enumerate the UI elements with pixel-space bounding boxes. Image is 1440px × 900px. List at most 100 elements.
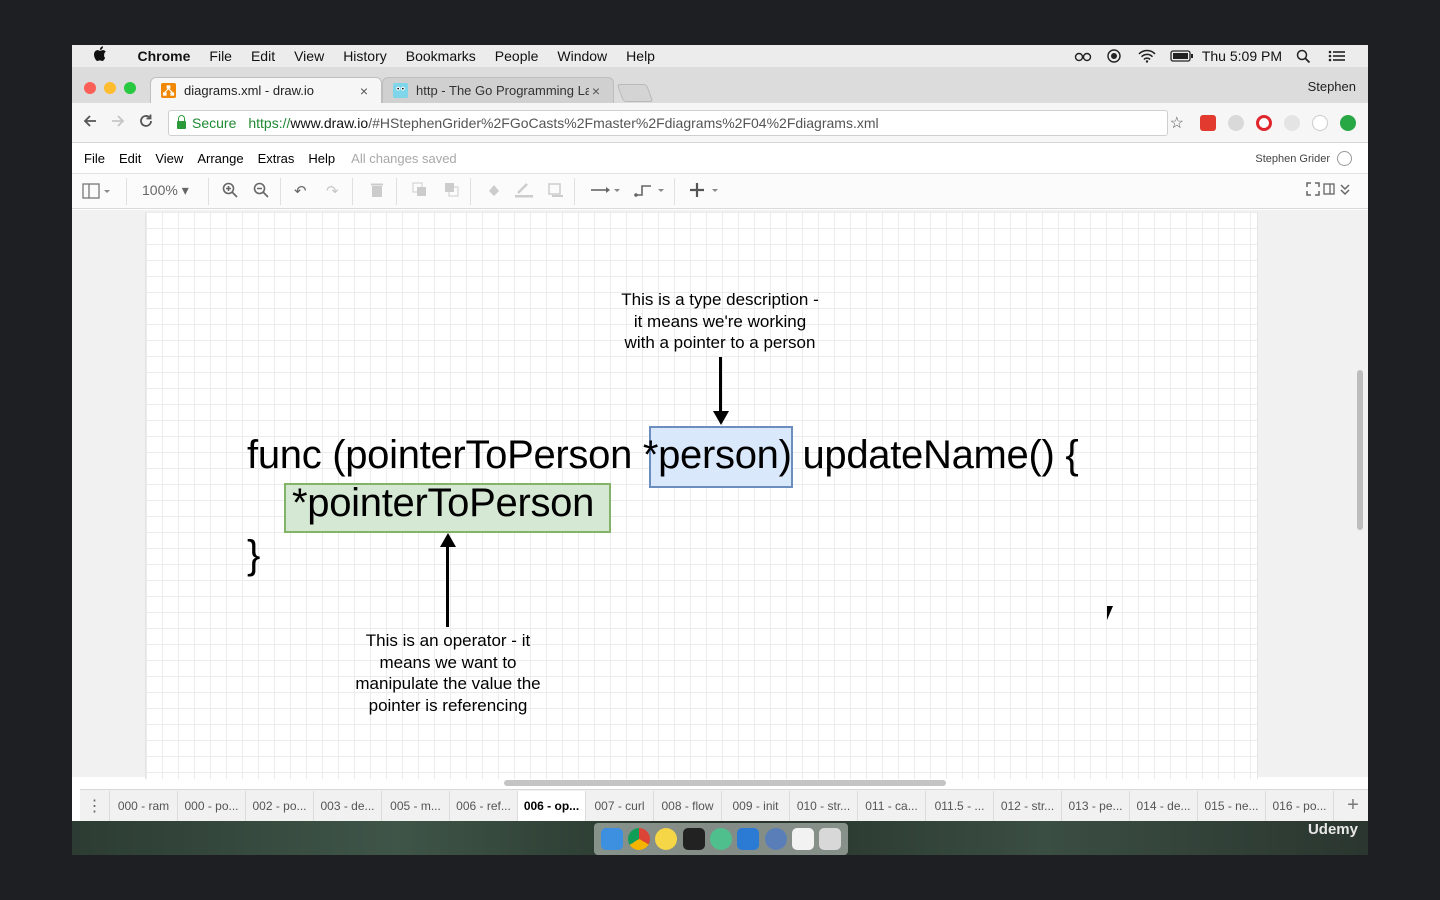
spotlight-search-icon[interactable] — [1296, 49, 1314, 64]
menu-view[interactable]: View — [285, 48, 334, 64]
type-arrow-line[interactable] — [719, 357, 722, 413]
zoom-in-icon[interactable] — [222, 182, 238, 202]
tab-drawio[interactable]: diagrams.xml - draw.io × — [150, 77, 382, 103]
page-tab[interactable]: 009 - init — [722, 790, 790, 821]
browser-app-icon[interactable] — [764, 828, 787, 850]
page-tab-active[interactable]: 006 - op... — [518, 790, 586, 821]
split-panel-icon[interactable] — [1323, 182, 1335, 200]
page-tab[interactable]: 000 - ram — [110, 790, 178, 821]
delete-icon[interactable] — [370, 182, 384, 202]
extension-opera-icon[interactable] — [1256, 115, 1272, 131]
extension-pinterest-icon[interactable] — [1312, 115, 1328, 131]
menu-window[interactable]: Window — [548, 48, 617, 64]
apple-menu-icon[interactable] — [72, 46, 128, 66]
connection-style-icon[interactable] — [590, 182, 622, 202]
page-tab[interactable]: 016 - po... — [1266, 790, 1334, 821]
page-tab[interactable]: 000 - po... — [178, 790, 246, 821]
chrome-icon[interactable] — [627, 828, 650, 850]
glasses-icon[interactable] — [1074, 49, 1092, 63]
page-tab[interactable]: 005 - m... — [382, 790, 450, 821]
fill-color-icon[interactable] — [486, 182, 502, 202]
tab-close-icon[interactable]: × — [357, 83, 371, 99]
minimize-window-button[interactable] — [104, 82, 116, 94]
tab-go-docs[interactable]: http - The Go Programming La × — [382, 77, 614, 103]
extension-update-icon[interactable] — [1340, 115, 1356, 131]
menu-people[interactable]: People — [485, 48, 548, 64]
close-window-button[interactable] — [84, 82, 96, 94]
horizontal-scrollbar[interactable] — [504, 780, 946, 786]
wifi-icon[interactable] — [1138, 49, 1156, 63]
forward-arrow-icon[interactable] — [110, 113, 126, 134]
maximize-window-button[interactable] — [124, 82, 136, 94]
code-line-signature[interactable]: func (pointerToPerson *person) updateNam… — [247, 433, 1079, 478]
redo-icon[interactable]: ↷ — [326, 182, 339, 200]
collapse-toolbar-icon[interactable] — [1339, 182, 1351, 200]
zoom-out-icon[interactable] — [253, 182, 269, 202]
profile-button[interactable]: Stephen — [1308, 79, 1356, 94]
add-page-icon[interactable]: + — [1338, 794, 1368, 817]
vscode-icon[interactable] — [737, 828, 760, 850]
extension-link-icon[interactable] — [1284, 115, 1300, 131]
zoom-level[interactable]: 100% ▾ — [142, 182, 189, 199]
globe-app-icon[interactable] — [709, 828, 732, 850]
waypoint-style-icon[interactable] — [634, 182, 666, 202]
reload-icon[interactable] — [138, 113, 154, 134]
menu-bookmarks[interactable]: Bookmarks — [396, 48, 485, 64]
page-tab[interactable]: 013 - pe... — [1062, 790, 1130, 821]
insert-plus-icon[interactable] — [690, 182, 722, 202]
menu-help[interactable]: Help — [617, 48, 665, 64]
page-tab[interactable]: 003 - de... — [314, 790, 382, 821]
page-tab[interactable]: 014 - de... — [1130, 790, 1198, 821]
menu-file[interactable]: File — [200, 48, 242, 64]
tab-close-icon[interactable]: × — [589, 83, 603, 99]
document-icon[interactable] — [791, 828, 814, 850]
operator-description-note[interactable]: This is an operator - it means we want t… — [338, 630, 558, 716]
undo-icon[interactable]: ↶ — [294, 182, 307, 200]
menu-app-chrome[interactable]: Chrome — [128, 48, 200, 64]
drawio-menu-extras[interactable]: Extras — [258, 151, 295, 166]
menu-history[interactable]: History — [334, 48, 397, 64]
drawio-menu-arrange[interactable]: Arrange — [197, 151, 243, 166]
page-tab[interactable]: 006 - ref... — [450, 790, 518, 821]
notification-center-icon[interactable] — [1328, 49, 1346, 63]
address-bar[interactable]: Secure https:// www.draw.io /#HStephenGr… — [168, 110, 1168, 136]
page-tab[interactable]: 011.5 - ... — [926, 790, 994, 821]
back-arrow-icon[interactable] — [82, 113, 98, 134]
clock[interactable]: Thu 5:09 PM — [1202, 48, 1282, 64]
page-tab[interactable]: 010 - str... — [790, 790, 858, 821]
code-line-operator[interactable]: *pointerToPerson — [292, 481, 594, 526]
page-tab[interactable]: 012 - str... — [994, 790, 1062, 821]
language-globe-icon[interactable] — [1337, 151, 1352, 166]
drawio-menu-view[interactable]: View — [155, 151, 183, 166]
type-description-note[interactable]: This is a type description - it means we… — [600, 289, 840, 354]
to-back-icon[interactable] — [444, 182, 460, 202]
page-tab[interactable]: 002 - po... — [246, 790, 314, 821]
drawio-menu-help[interactable]: Help — [308, 151, 335, 166]
page-tab[interactable]: 008 - flow — [654, 790, 722, 821]
format-panel-icon[interactable] — [82, 182, 110, 204]
to-front-icon[interactable] — [412, 182, 428, 202]
code-closing-brace[interactable]: } — [247, 533, 260, 578]
page-tab[interactable]: 015 - ne... — [1198, 790, 1266, 821]
drawio-menu-file[interactable]: File — [84, 151, 105, 166]
emoji-app-icon[interactable] — [655, 828, 678, 850]
terminal-icon[interactable] — [682, 828, 705, 850]
trash-icon[interactable] — [819, 828, 842, 850]
extension-cloud-icon[interactable] — [1228, 115, 1244, 131]
shadow-icon[interactable] — [548, 182, 564, 202]
fullscreen-icon[interactable] — [1306, 182, 1320, 200]
record-icon[interactable] — [1106, 49, 1124, 63]
vertical-scrollbar[interactable] — [1357, 370, 1363, 530]
line-color-icon[interactable] — [514, 182, 534, 202]
new-tab-button[interactable] — [616, 84, 654, 102]
finder-icon[interactable] — [600, 828, 623, 850]
page-tab[interactable]: 007 - curl — [586, 790, 654, 821]
drawio-menu-edit[interactable]: Edit — [119, 151, 141, 166]
menu-edit[interactable]: Edit — [241, 48, 284, 64]
page-tab[interactable]: 011 - ca... — [858, 790, 926, 821]
extension-lastpass-icon[interactable] — [1200, 115, 1216, 131]
pages-menu-icon[interactable]: ⋮ — [80, 790, 110, 821]
battery-icon[interactable] — [1170, 49, 1193, 63]
user-menu[interactable]: Stephen Grider — [1255, 153, 1330, 165]
bookmark-star-icon[interactable]: ☆ — [1170, 113, 1184, 133]
